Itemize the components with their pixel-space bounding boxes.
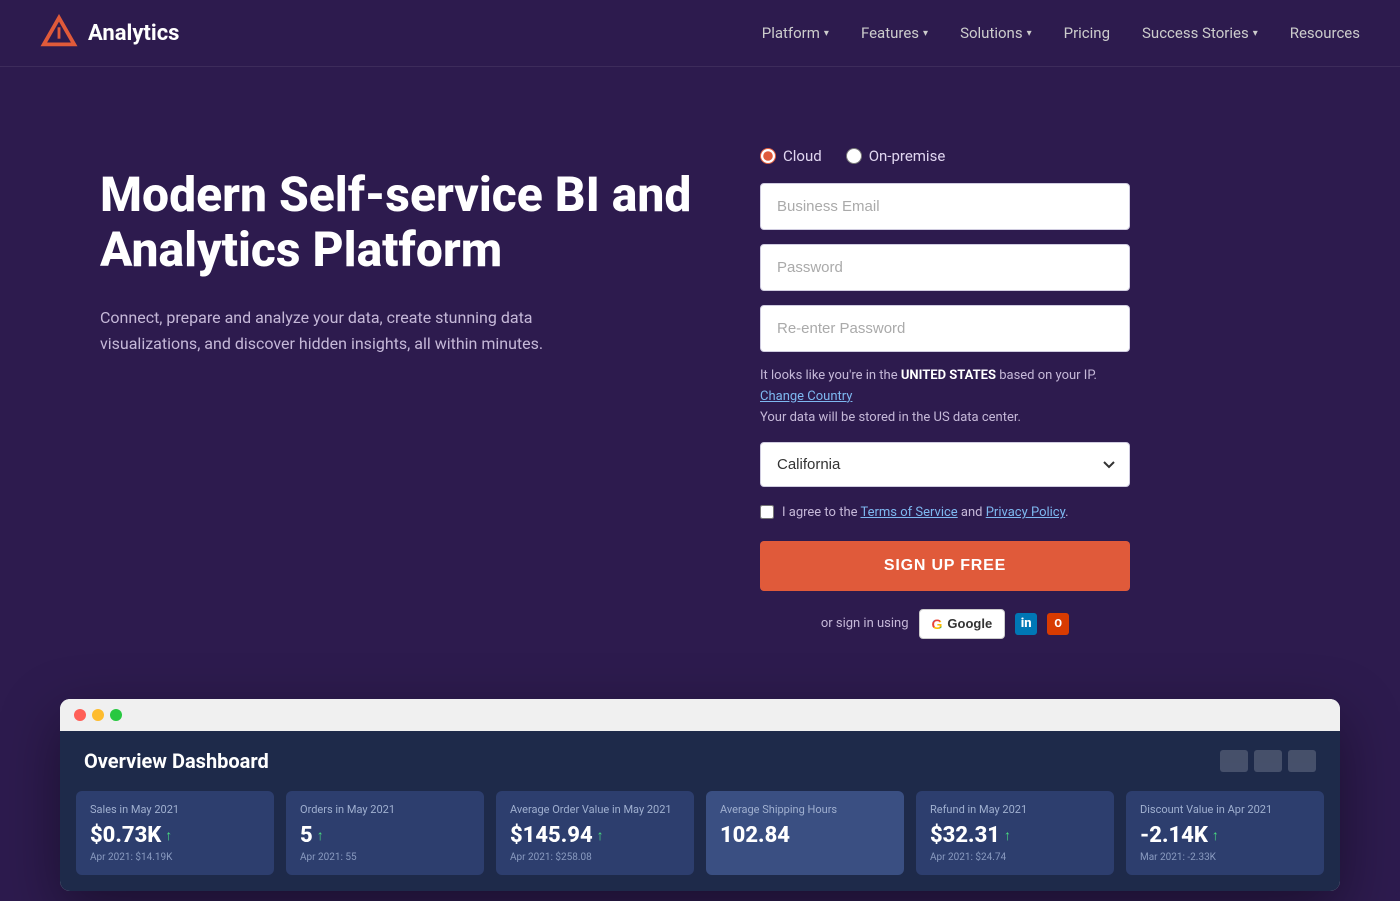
chevron-down-icon: ▾ [923,28,928,39]
logo-text: Analytics [88,21,179,46]
metrics-row: Sales in May 2021 $0.73K↑ Apr 2021: $14.19… [70,791,1330,891]
google-icon: G [932,616,943,632]
terms-text: I agree to the Terms of Service and Priv… [782,503,1069,523]
metric-card: Refund in May 2021 $32.31↑ Apr 2021: $24.7… [916,791,1114,875]
navbar: Analytics Platform ▾ Features ▾ Solution… [0,0,1400,67]
dashboard-preview: Overview Dashboard Sales in May 2021 $0.7… [60,699,1340,891]
terms-row: I agree to the Terms of Service and Priv… [760,503,1130,523]
minimize-dot [92,709,104,721]
dashboard-icon-1 [1220,750,1248,772]
metric-value: -2.14K↑ [1140,823,1310,848]
ip-notice: It looks like you're in the UNITED STATE… [760,366,1130,428]
metric-value: $0.73K↑ [90,823,260,848]
metric-label: Refund in May 2021 [930,803,1100,817]
dashboard-inner: Overview Dashboard Sales in May 2021 $0.7… [60,731,1340,891]
chevron-down-icon: ▾ [1253,28,1258,39]
metric-card: Average Shipping Hours 102.84 [706,791,904,875]
metric-label: Discount Value in Apr 2021 [1140,803,1310,817]
privacy-policy-link[interactable]: Privacy Policy [986,505,1065,520]
metric-sub: Mar 2021: -2.33K [1140,852,1310,863]
reenter-password-field[interactable] [760,305,1130,352]
google-signin-button[interactable]: G Google [919,609,1006,639]
onpremise-radio[interactable] [846,148,862,164]
dashboard-icon-2 [1254,750,1282,772]
deployment-radio-group: Cloud On-premise [760,147,1130,165]
trend-up-icon: ↑ [597,827,604,844]
change-country-link[interactable]: Change Country [760,389,852,404]
metric-sub: Apr 2021: $14.19K [90,852,260,863]
metric-label: Orders in May 2021 [300,803,470,817]
hero-section: Modern Self-service BI and Analytics Pla… [100,147,700,357]
metric-card: Orders in May 2021 5↑ Apr 2021: 55 [286,791,484,875]
nav-solutions[interactable]: Solutions ▾ [960,24,1032,42]
metric-value: $32.31↑ [930,823,1100,848]
signup-card: Cloud On-premise It looks like you're in… [760,147,1130,639]
metric-sub: Apr 2021: $258.08 [510,852,680,863]
metric-value: $145.94↑ [510,823,680,848]
metric-card: Average Order Value in May 2021 $145.94↑ A… [496,791,694,875]
trend-up-icon: ↑ [317,827,324,844]
metric-label: Average Shipping Hours [720,803,890,817]
metric-label: Sales in May 2021 [90,803,260,817]
chevron-down-icon: ▾ [1027,28,1032,39]
metric-value: 102.84 [720,823,890,848]
fullscreen-dot [110,709,122,721]
dashboard-icon-3 [1288,750,1316,772]
browser-bar [60,699,1340,731]
metrics-wrap: Sales in May 2021 $0.73K↑ Apr 2021: $14.19… [60,791,1340,891]
social-signin: or sign in using G Google in O [760,609,1130,639]
nav-pricing[interactable]: Pricing [1064,24,1110,42]
main-content: Modern Self-service BI and Analytics Pla… [0,67,1400,679]
metric-sub: Apr 2021: 55 [300,852,470,863]
state-select[interactable]: AlabamaAlaskaArizonaArkansasCaliforniaCo… [760,442,1130,487]
metric-card: Sales in May 2021 $0.73K↑ Apr 2021: $14.19… [76,791,274,875]
trend-up-icon: ↑ [1212,827,1219,844]
metric-label: Average Order Value in May 2021 [510,803,680,817]
office-icon[interactable]: O [1047,613,1069,635]
hero-subtitle: Connect, prepare and analyze your data, … [100,305,620,356]
nav-platform[interactable]: Platform ▾ [762,24,829,42]
chevron-down-icon: ▾ [824,28,829,39]
hero-title: Modern Self-service BI and Analytics Pla… [100,167,700,277]
nav-features[interactable]: Features ▾ [861,24,928,42]
signup-button[interactable]: SIGN UP FREE [760,541,1130,591]
email-field[interactable] [760,183,1130,230]
password-field[interactable] [760,244,1130,291]
nav-links: Platform ▾ Features ▾ Solutions ▾ Pricin… [762,24,1360,42]
nav-resources[interactable]: Resources [1290,24,1360,42]
onpremise-option[interactable]: On-premise [846,147,946,165]
terms-of-service-link[interactable]: Terms of Service [860,505,957,520]
trend-up-icon: ↑ [165,827,172,844]
cloud-radio[interactable] [760,148,776,164]
logo[interactable]: Analytics [40,14,179,52]
metric-value: 5↑ [300,823,470,848]
metric-card: Discount Value in Apr 2021 -2.14K↑ Mar 202… [1126,791,1324,875]
trend-up-icon: ↑ [1004,827,1011,844]
dashboard-header: Overview Dashboard [60,731,1340,791]
dashboard-icons [1220,750,1316,772]
nav-success-stories[interactable]: Success Stories ▾ [1142,24,1258,42]
metric-sub: Apr 2021: $24.74 [930,852,1100,863]
cloud-option[interactable]: Cloud [760,147,822,165]
terms-checkbox[interactable] [760,505,774,519]
dashboard-title: Overview Dashboard [84,749,269,773]
logo-icon [40,14,78,52]
close-dot [74,709,86,721]
linkedin-icon[interactable]: in [1015,613,1037,635]
